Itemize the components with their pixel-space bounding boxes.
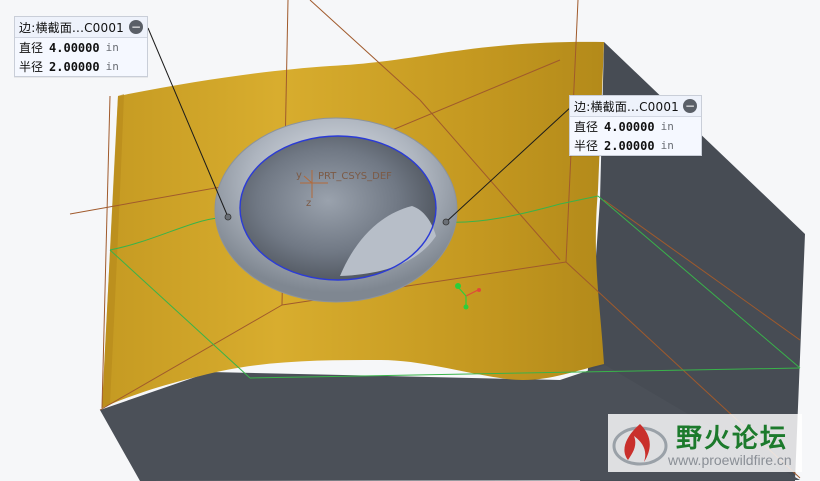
note-title: 边:横截面...C0001 [574, 99, 680, 114]
row-value: 4.00000 [604, 119, 655, 134]
minimize-icon[interactable]: − [129, 20, 143, 34]
note-row-radius: 半径 2.00000 in [15, 57, 147, 76]
measure-note-right[interactable]: 边:横截面...C0001 − 直径 4.00000 in 半径 2.00000… [569, 95, 702, 156]
csys-label: PRT_CSYS_DEF [318, 171, 392, 182]
row-label: 半径 [19, 60, 44, 74]
note-row-diameter: 直径 4.00000 in [570, 117, 701, 136]
row-value: 2.00000 [604, 138, 655, 153]
minimize-icon[interactable]: − [683, 99, 697, 113]
note-title: 边:横截面...C0001 [19, 20, 125, 35]
row-unit: in [660, 139, 674, 152]
note-row-diameter: 直径 4.00000 in [15, 38, 147, 57]
note-header[interactable]: 边:横截面...C0001 − [570, 96, 701, 117]
leader-point-right [442, 218, 450, 226]
row-label: 直径 [574, 120, 599, 134]
csys-axis-y-label: y [296, 170, 302, 181]
forum-watermark: 野火论坛 www.proewildfire.cn [608, 414, 802, 472]
row-value: 4.00000 [49, 40, 100, 55]
measure-note-left[interactable]: 边:横截面...C0001 − 直径 4.00000 in 半径 2.00000… [14, 16, 148, 77]
row-label: 直径 [19, 41, 44, 55]
row-value: 2.00000 [49, 59, 100, 74]
watermark-title: 野火论坛 [676, 424, 789, 454]
row-unit: in [660, 120, 674, 133]
row-unit: in [105, 60, 119, 73]
leader-point-left [224, 213, 232, 221]
csys-axis-z-label: z [306, 198, 311, 209]
row-unit: in [105, 41, 119, 54]
note-header[interactable]: 边:横截面...C0001 − [15, 17, 147, 38]
watermark-url: www.proewildfire.cn [668, 452, 792, 468]
note-row-radius: 半径 2.00000 in [570, 136, 701, 155]
forum-logo-icon [612, 424, 668, 466]
row-label: 半径 [574, 139, 599, 153]
